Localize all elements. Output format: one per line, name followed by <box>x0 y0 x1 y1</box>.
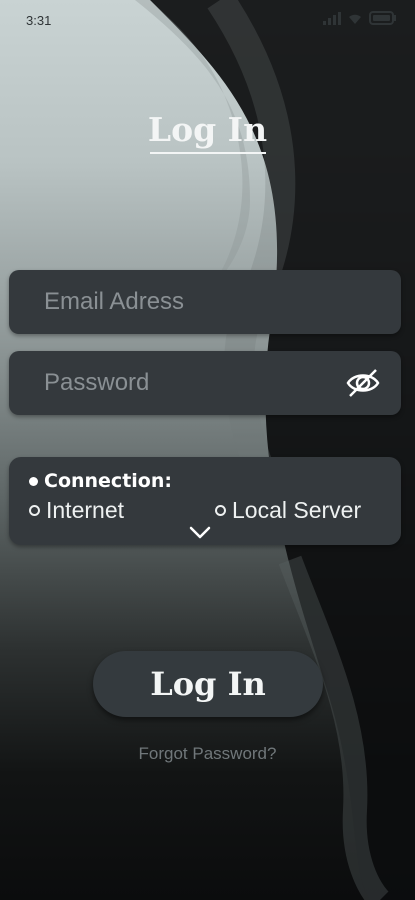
chevron-down-icon[interactable] <box>189 526 211 540</box>
eye-icon[interactable] <box>345 366 381 400</box>
radio-ring-icon <box>29 505 40 516</box>
radio-local-server[interactable]: Local Server <box>215 497 361 524</box>
status-icons <box>323 11 397 25</box>
password-input[interactable] <box>9 351 401 415</box>
bullet-icon <box>29 476 38 486</box>
connection-label: Connection: <box>29 470 172 492</box>
battery-icon <box>369 11 396 25</box>
radio-local-server-label: Local Server <box>232 497 362 523</box>
email-field-container <box>9 270 401 334</box>
forgot-password-link[interactable]: Forgot Password? <box>0 744 415 764</box>
radio-internet-label: Internet <box>46 497 124 523</box>
signal-icon <box>323 12 341 25</box>
radio-internet[interactable]: Internet <box>29 497 124 524</box>
radio-ring-icon <box>215 505 226 516</box>
title-underline <box>150 152 266 154</box>
connection-label-text: Connection: <box>44 470 172 492</box>
connection-selector: Connection: Internet Local Server <box>9 457 401 545</box>
page-title: Log In <box>147 110 268 149</box>
wifi-icon <box>349 14 361 24</box>
login-button[interactable]: Log In <box>93 651 323 717</box>
status-time: 3:31 <box>26 13 52 28</box>
status-bar: 3:31 <box>0 0 415 40</box>
email-input[interactable] <box>9 270 401 334</box>
password-field-container <box>9 351 401 415</box>
